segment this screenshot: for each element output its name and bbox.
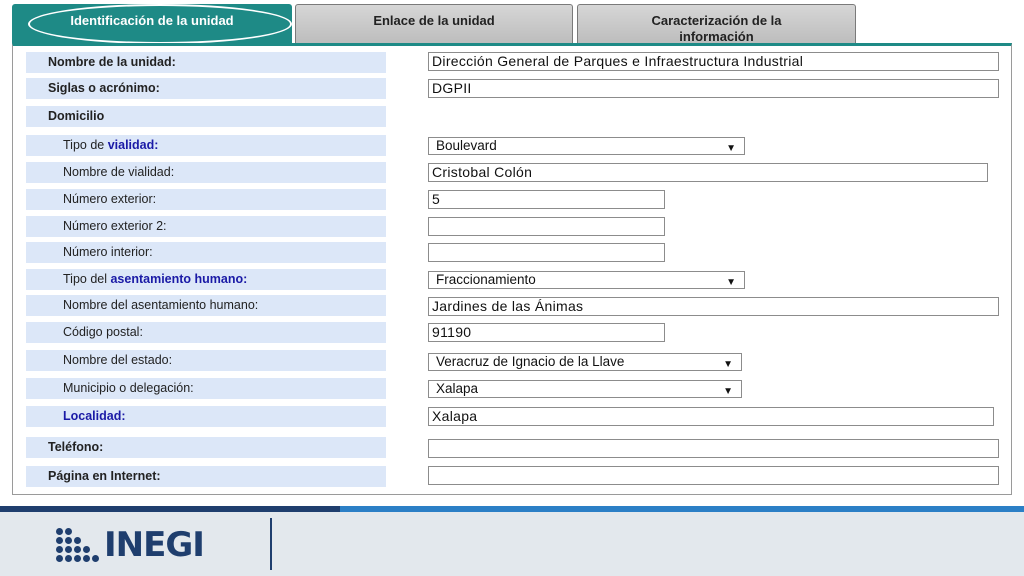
asentamiento-link[interactable]: asentamiento humano: xyxy=(110,272,247,286)
input-numero-exterior[interactable]: 5 xyxy=(428,190,665,209)
dropdown-arrow-icon: ▼ xyxy=(726,143,736,154)
label-siglas: Siglas o acrónimo: xyxy=(26,78,386,99)
label-codigo-postal: Código postal: xyxy=(26,322,386,343)
logo-text: INEGI xyxy=(104,525,205,565)
input-localidad[interactable]: Xalapa xyxy=(428,407,994,426)
input-numero-exterior-2[interactable] xyxy=(428,217,665,236)
label-numero-interior: Número interior: xyxy=(26,242,386,263)
select-value: Xalapa xyxy=(436,381,479,396)
input-pagina-internet[interactable] xyxy=(428,466,999,485)
label-nombre-asentamiento: Nombre del asentamiento humano: xyxy=(26,295,386,316)
tab-enlace[interactable]: Enlace de la unidad xyxy=(295,4,573,44)
select-tipo-vialidad[interactable]: Boulevard ▼ xyxy=(428,137,745,155)
tab-label-line1: Caracterización de la xyxy=(651,13,782,28)
label-telefono: Teléfono: xyxy=(26,437,386,458)
tab-caracterizacion[interactable]: Caracterización de la información xyxy=(577,4,856,44)
input-codigo-postal[interactable]: 91190 xyxy=(428,323,665,342)
dropdown-arrow-icon: ▼ xyxy=(723,359,733,370)
logo-dots-icon xyxy=(56,527,100,563)
select-value: Boulevard xyxy=(436,138,497,153)
label-prefix: Tipo del xyxy=(63,272,111,286)
label-numero-exterior-2: Número exterior 2: xyxy=(26,216,386,237)
label-pagina-internet: Página en Internet: xyxy=(26,466,386,487)
label-prefix: Tipo de xyxy=(63,138,108,152)
label-localidad[interactable]: Localidad: xyxy=(26,406,386,427)
select-value: Veracruz de Ignacio de la Llave xyxy=(436,354,625,369)
select-nombre-estado[interactable]: Veracruz de Ignacio de la Llave ▼ xyxy=(428,353,742,371)
input-nombre-unidad[interactable]: Dirección General de Parques e Infraestr… xyxy=(428,52,999,71)
tab-identificacion[interactable]: Identificación de la unidad xyxy=(12,4,292,44)
tab-label: Enlace de la unidad xyxy=(373,13,495,28)
inegi-logo: INEGI xyxy=(56,525,205,565)
dropdown-arrow-icon: ▼ xyxy=(726,277,736,288)
tab-label: Identificación de la unidad xyxy=(70,13,234,28)
label-nombre-unidad: Nombre de la unidad: xyxy=(26,52,386,73)
dropdown-arrow-icon: ▼ xyxy=(723,386,733,397)
input-telefono[interactable] xyxy=(428,439,999,458)
input-numero-interior[interactable] xyxy=(428,243,665,262)
footer-divider xyxy=(270,518,272,570)
form-page: Identificación de la unidad Enlace de la… xyxy=(0,0,1024,576)
input-nombre-asentamiento[interactable]: Jardines de las Ánimas xyxy=(428,297,999,316)
vialidad-link[interactable]: vialidad: xyxy=(108,138,159,152)
input-siglas[interactable]: DGPII xyxy=(428,79,999,98)
label-nombre-estado: Nombre del estado: xyxy=(26,350,386,371)
label-domicilio: Domicilio xyxy=(26,106,386,127)
label-numero-exterior: Número exterior: xyxy=(26,189,386,210)
label-tipo-vialidad: Tipo de vialidad: xyxy=(26,135,386,156)
select-value: Fraccionamiento xyxy=(436,272,536,287)
select-municipio[interactable]: Xalapa ▼ xyxy=(428,380,742,398)
select-tipo-asentamiento[interactable]: Fraccionamiento ▼ xyxy=(428,271,745,289)
label-municipio: Municipio o delegación: xyxy=(26,378,386,399)
input-nombre-vialidad[interactable]: Cristobal Colón xyxy=(428,163,988,182)
label-nombre-vialidad: Nombre de vialidad: xyxy=(26,162,386,183)
label-tipo-asentamiento: Tipo del asentamiento humano: xyxy=(26,269,386,290)
